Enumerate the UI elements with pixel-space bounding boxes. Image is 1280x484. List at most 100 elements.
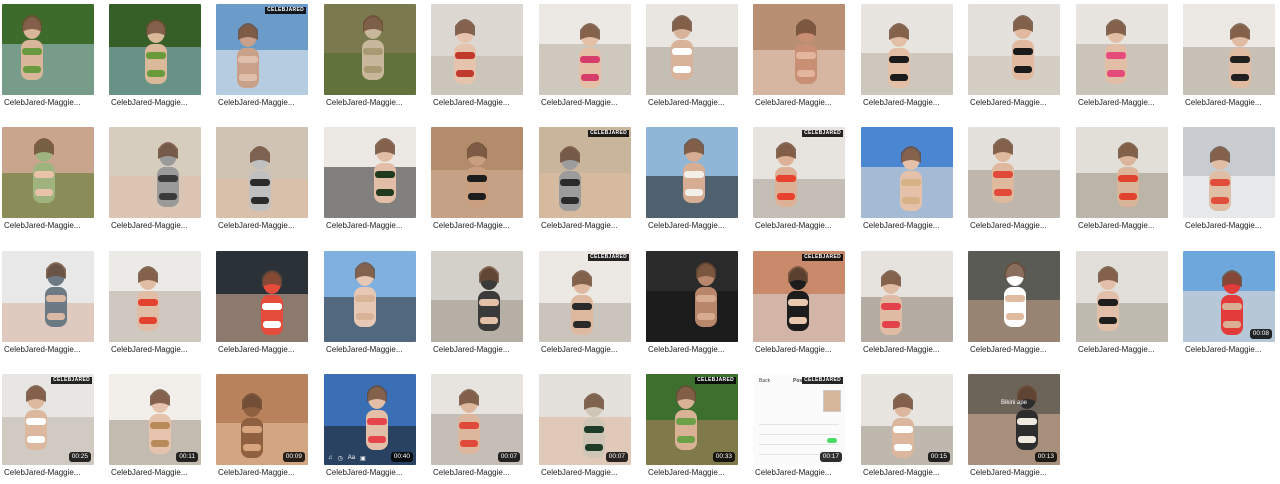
watermark-badge: CELEBJARED bbox=[802, 254, 843, 261]
file-name-label: CelebJared-Maggie... bbox=[1078, 98, 1155, 107]
media-tile[interactable]: CelebJared-Maggie... bbox=[431, 4, 523, 110]
media-tile[interactable]: CelebJared-Maggie... bbox=[324, 251, 416, 357]
watermark-badge: CELEBJARED bbox=[265, 7, 306, 14]
media-tile[interactable]: CELEBJARED CelebJared-Maggie... bbox=[753, 127, 845, 233]
media-tile[interactable]: CelebJared-Maggie... bbox=[968, 127, 1060, 233]
media-tile[interactable]: CelebJared-Maggie... bbox=[646, 127, 738, 233]
thumbnail-image bbox=[109, 4, 201, 95]
media-tile[interactable]: CelebJared-Maggie... bbox=[861, 127, 953, 233]
watermark-badge: CELEBJARED bbox=[802, 377, 843, 384]
media-tile[interactable]: Back Post Cancel CELEBJARED00:17CelebJar… bbox=[753, 374, 845, 480]
media-tile[interactable]: CelebJared-Maggie... bbox=[2, 127, 94, 233]
media-tile[interactable]: CelebJared-Maggie... bbox=[753, 4, 845, 110]
file-name-label: CelebJared-Maggie... bbox=[541, 221, 618, 230]
file-name-label: CelebJared-Maggie... bbox=[433, 221, 510, 230]
file-name-label: CelebJared-Maggie... bbox=[541, 345, 618, 354]
thumbnail-image bbox=[646, 4, 738, 95]
video-duration-badge: 00:33 bbox=[712, 452, 735, 462]
media-tile[interactable]: 00:15 CelebJared-Maggie... bbox=[861, 374, 953, 480]
media-tile[interactable]: CelebJared-Maggie... bbox=[109, 4, 201, 110]
music-icon: ♫ bbox=[328, 455, 333, 461]
media-tile[interactable]: CelebJared-Maggie... bbox=[1076, 251, 1168, 357]
file-name-label: CelebJared-Maggie... bbox=[755, 221, 832, 230]
media-tile[interactable]: Bikini ape 00:13 CelebJared-Maggie... bbox=[968, 374, 1060, 480]
video-duration-badge: 00:15 bbox=[927, 452, 950, 462]
video-duration-badge: 00:11 bbox=[176, 452, 198, 462]
video-duration-badge: 00:07 bbox=[605, 452, 628, 462]
thumbnail-image: ♫ ◷ Aa ▣ 00:40 bbox=[324, 374, 416, 465]
file-name-label: CelebJared-Maggie... bbox=[863, 221, 940, 230]
thumbnail-image bbox=[968, 4, 1060, 95]
thumbnail-image: 00:11 bbox=[109, 374, 201, 465]
media-tile[interactable]: CelebJared-Maggie... bbox=[861, 4, 953, 110]
media-tile[interactable]: 00:07 CelebJared-Maggie... bbox=[431, 374, 523, 480]
media-tile[interactable]: CelebJared-Maggie... bbox=[109, 251, 201, 357]
media-tile[interactable]: CELEBJARED CelebJared-Maggie... bbox=[753, 251, 845, 357]
thumbnail-image bbox=[753, 4, 845, 95]
media-tile[interactable]: 00:08 CelebJared-Maggie... bbox=[1183, 251, 1275, 357]
thumbnail-image bbox=[1183, 127, 1275, 218]
file-name-label: CelebJared-Maggie... bbox=[1185, 345, 1262, 354]
file-name-label: CelebJared-Maggie... bbox=[4, 221, 81, 230]
file-name-label: CelebJared-Maggie... bbox=[970, 98, 1047, 107]
media-tile[interactable]: CelebJared-Maggie... bbox=[324, 127, 416, 233]
media-tile[interactable]: CelebJared-Maggie... bbox=[2, 251, 94, 357]
media-tile[interactable]: CelebJared-Maggie... bbox=[968, 4, 1060, 110]
media-tile[interactable]: CelebJared-Maggie... bbox=[539, 4, 631, 110]
media-tile[interactable]: CelebJared-Maggie... bbox=[431, 251, 523, 357]
thumbnail-image bbox=[324, 4, 416, 95]
media-tile[interactable]: CelebJared-Maggie... bbox=[324, 4, 416, 110]
thumbnail-image: CELEBJARED 00:33 bbox=[646, 374, 738, 465]
watermark-badge: CELEBJARED bbox=[802, 130, 843, 137]
thumbnail-image bbox=[646, 127, 738, 218]
media-tile[interactable]: CelebJared-Maggie... bbox=[646, 4, 738, 110]
media-tile[interactable]: CelebJared-Maggie... bbox=[431, 127, 523, 233]
watermark-badge: CELEBJARED bbox=[51, 377, 92, 384]
media-tile[interactable]: 00:11 CelebJared-Maggie... bbox=[109, 374, 201, 480]
media-tile[interactable]: CelebJared-Maggie... bbox=[968, 251, 1060, 357]
video-duration-badge: 00:17 bbox=[819, 452, 842, 462]
media-tile[interactable]: CelebJared-Maggie... bbox=[1076, 127, 1168, 233]
thumbnail-image: 00:07 bbox=[539, 374, 631, 465]
media-tile[interactable]: CelebJared-Maggie... bbox=[861, 251, 953, 357]
media-tile[interactable]: ♫ ◷ Aa ▣ 00:40 CelebJared-Maggie... bbox=[324, 374, 416, 480]
thumbnail-image: CELEBJARED bbox=[753, 251, 845, 342]
media-tile[interactable]: CelebJared-Maggie... bbox=[216, 127, 308, 233]
video-duration-badge: 00:40 bbox=[390, 452, 413, 462]
file-name-label: CelebJared-Maggie... bbox=[111, 221, 188, 230]
video-duration-badge: 00:08 bbox=[1249, 329, 1272, 339]
file-name-label: CelebJared-Maggie... bbox=[970, 468, 1047, 477]
thumbnail-image bbox=[109, 251, 201, 342]
thumbnail-image bbox=[324, 251, 416, 342]
thumbnail-image bbox=[539, 4, 631, 95]
media-tile[interactable]: CelebJared-Maggie... bbox=[1183, 127, 1275, 233]
media-tile[interactable]: CELEBJARED 00:33 CelebJared-Maggie... bbox=[646, 374, 738, 480]
file-name-label: CelebJared-Maggie... bbox=[648, 98, 725, 107]
media-tile[interactable]: CelebJared-Maggie... bbox=[2, 4, 94, 110]
thumbnail-image: CELEBJARED 00:25 bbox=[2, 374, 94, 465]
video-duration-badge: 00:07 bbox=[497, 452, 520, 462]
media-tile[interactable]: 00:09 CelebJared-Maggie... bbox=[216, 374, 308, 480]
thumbnail-image bbox=[109, 127, 201, 218]
thumbnail-image bbox=[216, 127, 308, 218]
media-tile[interactable]: CELEBJARED CelebJared-Maggie... bbox=[216, 4, 308, 110]
file-name-label: CelebJared-Maggie... bbox=[4, 468, 81, 477]
media-tile[interactable]: CelebJared-Maggie... bbox=[646, 251, 738, 357]
media-tile[interactable]: CelebJared-Maggie... bbox=[216, 251, 308, 357]
media-tile[interactable]: CelebJared-Maggie... bbox=[1076, 4, 1168, 110]
media-tile[interactable]: 00:07 CelebJared-Maggie... bbox=[539, 374, 631, 480]
thumbnail-image bbox=[861, 251, 953, 342]
file-name-label: CelebJared-Maggie... bbox=[326, 98, 403, 107]
media-tile[interactable]: CELEBJARED 00:25 CelebJared-Maggie... bbox=[2, 374, 94, 480]
media-tile[interactable]: CELEBJARED CelebJared-Maggie... bbox=[539, 127, 631, 233]
thumbnail-image bbox=[968, 127, 1060, 218]
thumbnail-image: CELEBJARED bbox=[539, 251, 631, 342]
thumbnail-image: 00:09 bbox=[216, 374, 308, 465]
file-name-label: CelebJared-Maggie... bbox=[541, 468, 618, 477]
file-name-label: CelebJared-Maggie... bbox=[111, 468, 188, 477]
media-tile[interactable]: CelebJared-Maggie... bbox=[109, 127, 201, 233]
media-tile[interactable]: CelebJared-Maggie... bbox=[1183, 4, 1275, 110]
media-tile[interactable]: CELEBJARED CelebJared-Maggie... bbox=[539, 251, 631, 357]
thumbnail-image: 00:15 bbox=[861, 374, 953, 465]
thumbnail-image bbox=[2, 251, 94, 342]
